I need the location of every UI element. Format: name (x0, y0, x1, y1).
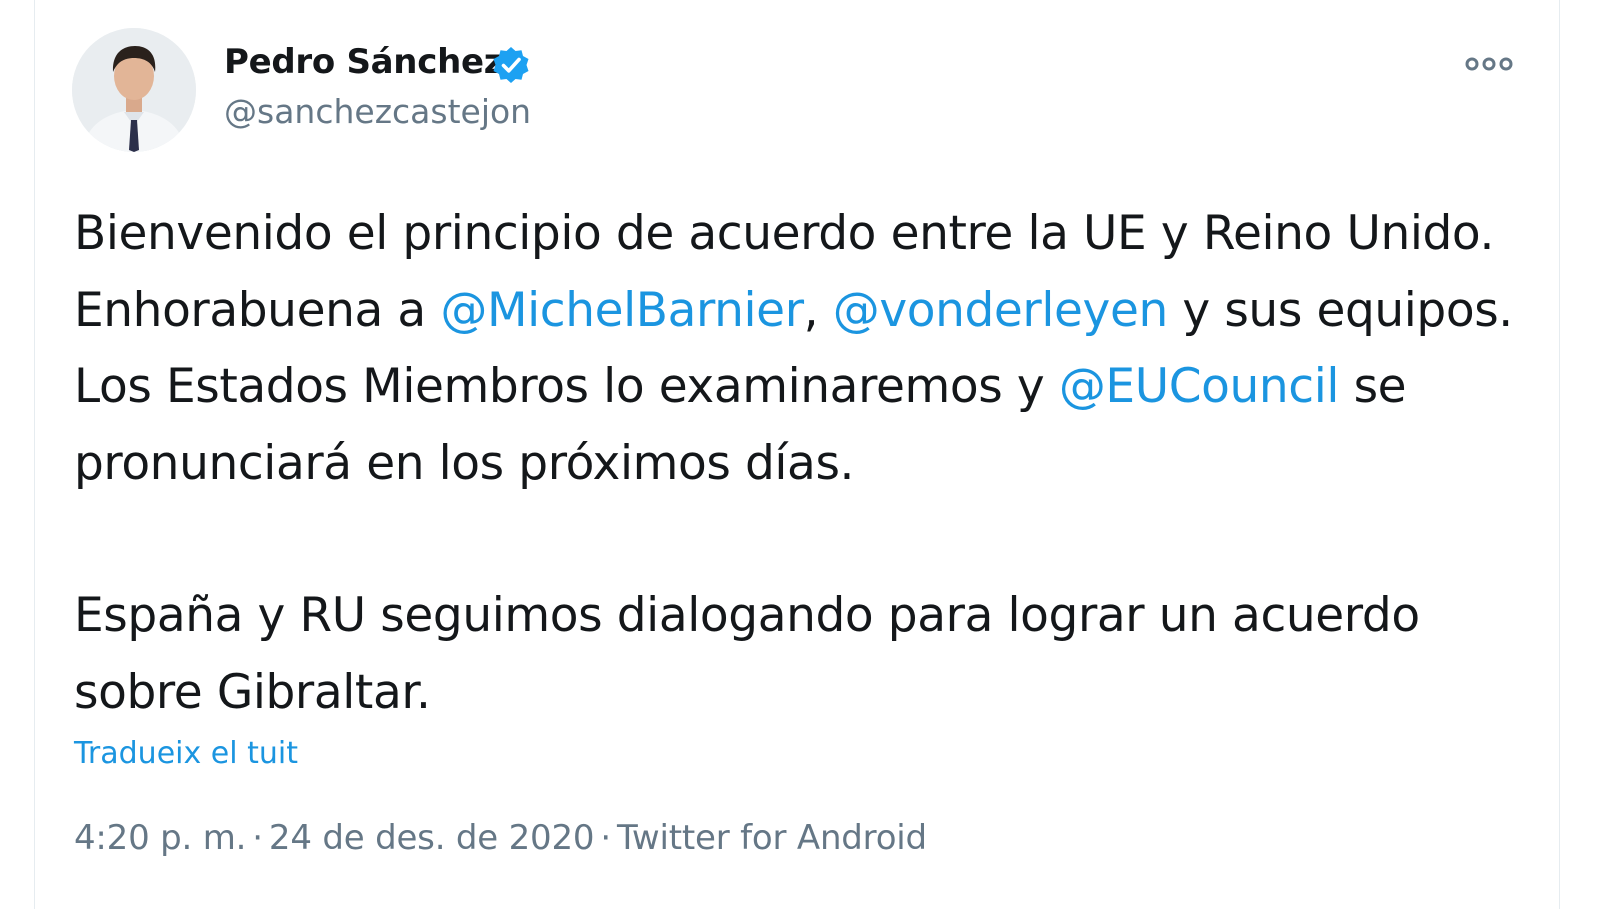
meta-separator: · (600, 818, 611, 858)
tweet-text-segment: , (803, 282, 833, 338)
avatar[interactable] (72, 28, 196, 152)
mention-michelbarnier[interactable]: @MichelBarnier (440, 283, 804, 338)
tweet-paragraph-2: España y RU seguimos dialogando para log… (74, 588, 1420, 720)
mention-eucouncil[interactable]: @EUCouncil (1059, 359, 1340, 414)
translate-tweet-link[interactable]: Tradueix el tuit (74, 736, 298, 771)
tweet-metadata: 4:20 p. m. · 24 de des. de 2020 · Twitter fo… (74, 818, 927, 858)
verified-badge-icon (493, 47, 529, 83)
author-handle[interactable]: @sanchezcastejon (224, 92, 531, 131)
display-name[interactable]: Pedro Sánchez (224, 42, 504, 82)
more-options-icon[interactable] (1462, 52, 1518, 76)
tweet-paragraph-1: Bienvenido el principio de acuerdo entre… (74, 196, 1544, 502)
mention-vonderleyen[interactable]: @vonderleyen (833, 283, 1169, 338)
meta-separator: · (252, 818, 263, 858)
tweet-date[interactable]: 24 de des. de 2020 (269, 818, 595, 858)
tweet-time[interactable]: 4:20 p. m. (74, 818, 246, 858)
tweet-text: Bienvenido el principio de acuerdo entre… (74, 196, 1544, 731)
person-avatar-icon (72, 28, 196, 152)
tweet-source[interactable]: Twitter for Android (617, 818, 927, 858)
